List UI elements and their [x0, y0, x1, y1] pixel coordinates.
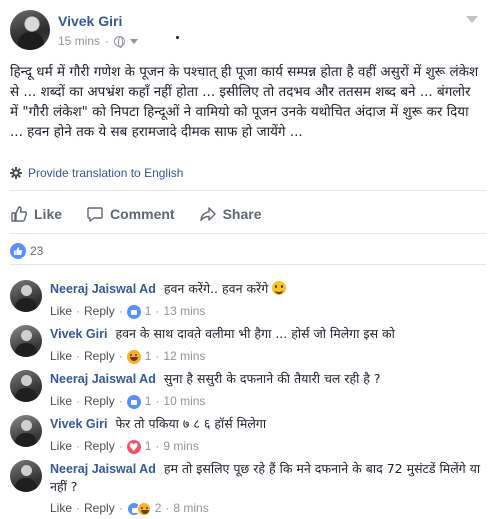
- comment-reaction-count[interactable]: 1: [145, 438, 152, 455]
- smile-emoji-icon: [272, 281, 287, 295]
- comment-meta: Like · Reply · 1 · 9 mins: [50, 438, 486, 456]
- like-reaction-icon: [10, 243, 26, 259]
- commenter-avatar[interactable]: [10, 460, 42, 492]
- comment-reply-link[interactable]: Reply: [84, 438, 115, 455]
- comment-like-link[interactable]: Like: [50, 393, 72, 410]
- author-name[interactable]: Vivek Giri: [58, 13, 122, 29]
- thumbs-up-icon: [10, 205, 28, 223]
- reactions-summary[interactable]: 23: [10, 243, 43, 259]
- comment-meta: Like · Reply · 1 · 10 mins: [50, 393, 206, 410]
- comment-reaction-count[interactable]: 1: [145, 348, 152, 365]
- reaction-icons[interactable]: [126, 501, 151, 516]
- commenter-name[interactable]: Vivek Giri: [50, 417, 107, 431]
- share-icon: [199, 205, 217, 223]
- comment-time[interactable]: 9 mins: [163, 438, 198, 455]
- globe-icon[interactable]: [114, 35, 126, 48]
- love-reaction-icon[interactable]: [126, 439, 141, 456]
- comment-like-link[interactable]: Like: [50, 500, 72, 517]
- comment-reaction-count[interactable]: 1: [145, 303, 152, 320]
- comment-button[interactable]: Comment: [86, 205, 175, 223]
- translate-label[interactable]: Provide translation to English: [28, 166, 183, 180]
- post-text: हिन्दू धर्म में गौरी गणेश के पूजन के पश्…: [10, 64, 479, 140]
- comment-text: हवन के साथ दावते वलीमा भी हैगा ... होर्स…: [115, 326, 395, 341]
- translate-link[interactable]: Provide translation to English: [10, 166, 183, 180]
- post-header: Vivek Giri 15 mins ·: [10, 10, 486, 54]
- comment-like-link[interactable]: Like: [50, 438, 72, 455]
- comment-time[interactable]: 12 mins: [163, 348, 205, 365]
- stray-dot: [176, 36, 179, 39]
- comment-body: Neeraj Jaiswal Ad हवन करेंगे.. हवन करेंग…: [50, 280, 486, 320]
- chevron-down-icon[interactable]: [130, 38, 139, 44]
- commenter-name[interactable]: Neeraj Jaiswal Ad: [50, 462, 156, 476]
- commenter-name[interactable]: Neeraj Jaiswal Ad: [50, 282, 156, 296]
- gear-icon: [10, 167, 22, 179]
- comment-text: सुना है ससुरी के दफनाने की तैयारी चल रही…: [163, 371, 381, 386]
- post-options-icon[interactable]: [466, 16, 478, 24]
- comment-time[interactable]: 13 mins: [163, 303, 205, 320]
- divider: [10, 190, 486, 191]
- comment-text: फेर तो पकिया ७ ८ ६ हॉर्स मिलेगा: [115, 416, 267, 431]
- comment-reply-link[interactable]: Reply: [84, 303, 115, 320]
- comment-body: Vivek Giri फेर तो पकिया ७ ८ ६ हॉर्स मिले…: [50, 415, 486, 456]
- commenter-avatar[interactable]: [10, 325, 42, 357]
- comment-meta: Like · Reply · 2 · 8 mins: [50, 500, 209, 517]
- commenter-name[interactable]: Neeraj Jaiswal Ad: [50, 372, 156, 386]
- comment-time[interactable]: 8 mins: [173, 500, 208, 517]
- author-avatar[interactable]: [10, 10, 50, 50]
- comment-body: Neeraj Jaiswal Ad हम तो इसलिए पूछ रहे है…: [50, 460, 486, 517]
- comment-body: Neeraj Jaiswal Ad सुना है ससुरी के दफनान…: [50, 370, 486, 410]
- comment-time[interactable]: 10 mins: [163, 393, 205, 410]
- haha-reaction-icon[interactable]: [126, 349, 141, 364]
- reaction-count: 23: [30, 244, 44, 258]
- like-reaction-icon[interactable]: [126, 394, 141, 409]
- commenter-avatar[interactable]: [10, 415, 42, 447]
- comment-reaction-count[interactable]: 1: [145, 393, 152, 410]
- comment-like-link[interactable]: Like: [50, 348, 72, 365]
- haha-reaction-icon: [136, 501, 151, 516]
- comment-reply-link[interactable]: Reply: [84, 348, 115, 365]
- comment-text: हवन करेंगे.. हवन करेंगे: [163, 281, 269, 296]
- commenter-avatar[interactable]: [10, 370, 42, 402]
- comment-body: Vivek Giri हवन के साथ दावते वलीमा भी हैग…: [50, 325, 486, 365]
- comment-icon: [86, 205, 104, 223]
- comment-reply-link[interactable]: Reply: [84, 500, 115, 517]
- commenter-avatar[interactable]: [10, 280, 42, 312]
- comment-meta: Like · Reply · 1 · 13 mins: [50, 303, 206, 320]
- share-button[interactable]: Share: [199, 205, 262, 223]
- divider: [10, 233, 486, 234]
- commenter-name[interactable]: Vivek Giri: [50, 327, 107, 341]
- comment-meta: Like · Reply · 1 · 12 mins: [50, 348, 206, 365]
- comment-reaction-count[interactable]: 2: [155, 500, 162, 517]
- like-reaction-icon[interactable]: [126, 304, 141, 319]
- post-actions-bar: Like Comment Share: [10, 198, 486, 230]
- divider: [10, 264, 486, 265]
- post-meta: 15 mins ·: [58, 34, 139, 48]
- comment-reply-link[interactable]: Reply: [84, 393, 115, 410]
- post-time[interactable]: 15 mins: [58, 34, 100, 48]
- like-button[interactable]: Like: [10, 205, 62, 223]
- comment-like-link[interactable]: Like: [50, 303, 72, 320]
